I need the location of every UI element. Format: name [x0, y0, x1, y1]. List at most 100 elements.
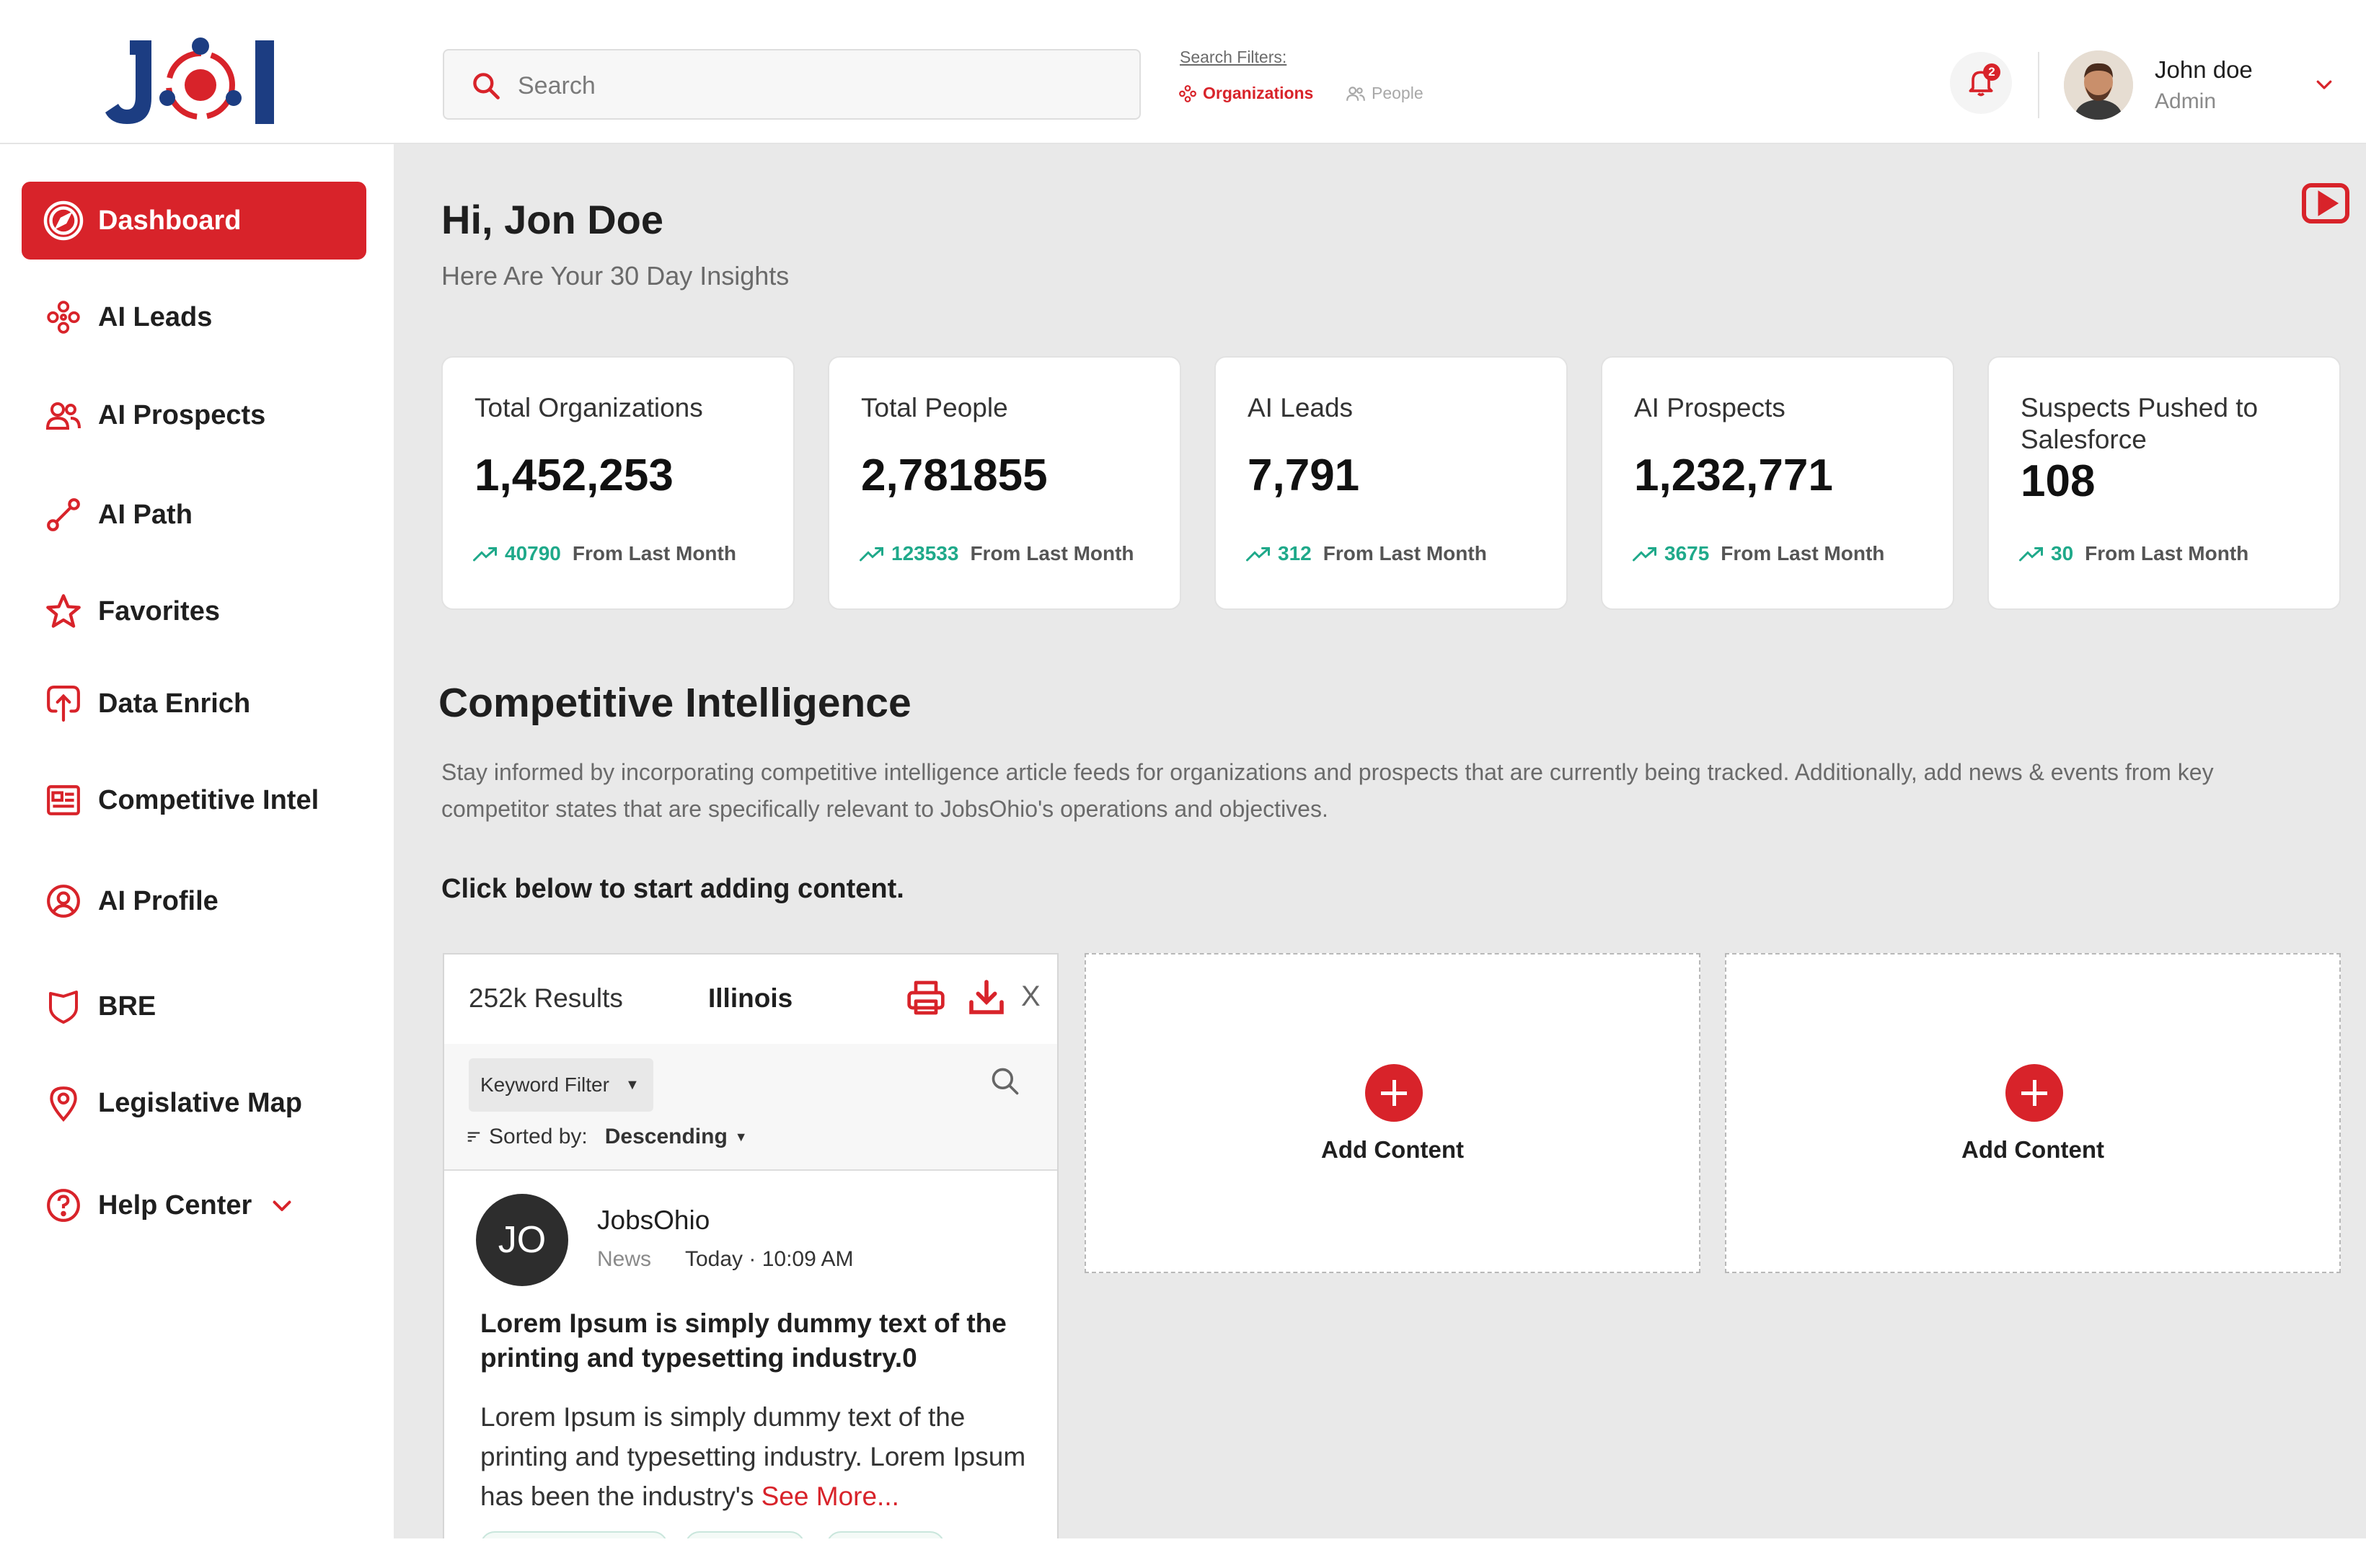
stat-label: Suspects Pushed to Salesforce [2021, 393, 2259, 454]
sidebar-item-ai-prospects[interactable]: AI Prospects [22, 376, 366, 454]
sort-icon [466, 1129, 482, 1145]
sidebar-item-label: AI Path [98, 499, 193, 530]
stat-value: 1,452,253 [474, 451, 674, 500]
chevron-down-icon[interactable] [269, 1192, 295, 1218]
post-timestamp: Today · 10:09 AM [685, 1247, 854, 1271]
post-body-text: Lorem Ipsum is simply dummy text of the … [480, 1402, 1026, 1511]
sorted-by-label: Sorted by: [489, 1125, 588, 1148]
stat-delta-suffix: From Last Month [2085, 542, 2249, 564]
caret-down-icon: ▼ [734, 1129, 748, 1144]
sidebar-item-dashboard[interactable]: Dashboard [22, 182, 366, 260]
filter-people-label: People [1372, 84, 1423, 102]
map-pin-icon [42, 1081, 85, 1125]
stat-delta-suffix: From Last Month [970, 542, 1134, 564]
organizations-icon [1178, 84, 1197, 103]
header-divider [2038, 52, 2039, 118]
play-video-icon[interactable] [2300, 182, 2351, 225]
post-tag[interactable] [480, 1531, 668, 1538]
compass-icon [42, 199, 85, 242]
post-tag[interactable] [826, 1531, 945, 1538]
stat-value: 1,232,771 [1634, 451, 1833, 500]
trend-up-icon [2019, 545, 2045, 562]
keyword-filter-dropdown[interactable]: Keyword Filter ▼ [469, 1058, 653, 1112]
close-feed-button[interactable]: X [1021, 980, 1041, 1013]
filter-people[interactable]: People [1346, 84, 1423, 103]
feed-state: Illinois [708, 983, 793, 1013]
search-icon[interactable] [989, 1066, 1021, 1097]
stat-trend: 312 From Last Month [1246, 542, 1487, 565]
sidebar-item-data-enrich[interactable]: Data Enrich [22, 665, 366, 743]
sidebar-item-bre[interactable]: BRE [22, 967, 366, 1045]
sidebar-item-label: Data Enrich [98, 688, 251, 719]
stat-value: 7,791 [1248, 451, 1360, 500]
add-content-label: Add Content [1961, 1136, 2104, 1163]
post-avatar: JO [476, 1194, 568, 1286]
chevron-down-icon[interactable] [2313, 74, 2335, 95]
sidebar-item-competitive-intel[interactable]: Competitive Intel [22, 761, 366, 839]
filter-organizations[interactable]: Organizations [1178, 84, 1313, 103]
post-title[interactable]: Lorem Ipsum is simply dummy text of the … [480, 1306, 1028, 1376]
sidebar-item-help-center[interactable]: Help Center [22, 1166, 366, 1244]
see-more-link[interactable]: See More... [762, 1481, 899, 1511]
stat-trend: 123533 From Last Month [860, 542, 1134, 565]
profile-icon [42, 880, 85, 923]
sidebar: Dashboard AI Leads AI Prospects AI Path … [0, 144, 394, 1538]
stat-delta-suffix: From Last Month [572, 542, 736, 564]
search-box[interactable] [443, 49, 1141, 120]
stat-delta-suffix: From Last Month [1721, 542, 1885, 564]
section-title: Competitive Intelligence [438, 680, 911, 726]
sidebar-item-ai-leads[interactable]: AI Leads [22, 278, 366, 356]
stat-card-suspects-pushed[interactable]: Suspects Pushed to Salesforce 108 30 Fro… [1987, 356, 2341, 610]
user-avatar[interactable] [2064, 50, 2133, 120]
search-icon [470, 70, 502, 102]
page-title: Hi, Jon Doe [441, 197, 664, 242]
stat-delta: 123533 [891, 542, 959, 564]
trend-up-icon [473, 545, 499, 562]
sidebar-item-label: AI Leads [98, 301, 213, 332]
sidebar-item-label: AI Prospects [98, 399, 266, 430]
stat-label: Total Organizations [474, 393, 703, 422]
sidebar-item-label: Competitive Intel [98, 784, 319, 815]
trend-up-icon [1246, 545, 1272, 562]
add-icon[interactable] [2005, 1064, 2063, 1122]
joi-logo[interactable] [101, 29, 288, 137]
stat-delta-suffix: From Last Month [1323, 542, 1487, 564]
notification-badge: 2 [1983, 63, 2000, 81]
section-cta-text: Click below to start adding content. [441, 874, 904, 904]
sidebar-item-favorites[interactable]: Favorites [22, 572, 366, 650]
notifications-button[interactable]: 2 [1950, 52, 2012, 114]
download-icon[interactable] [966, 976, 1007, 1018]
post-source[interactable]: JobsOhio [597, 1205, 710, 1236]
stat-trend: 30 From Last Month [2019, 542, 2248, 565]
stat-card-total-organizations[interactable]: Total Organizations 1,452,253 40790 From… [441, 356, 795, 610]
users-icon [42, 394, 85, 437]
stat-delta: 40790 [505, 542, 561, 564]
sidebar-item-ai-profile[interactable]: AI Profile [22, 862, 366, 940]
add-icon[interactable] [1365, 1064, 1423, 1122]
people-icon [1346, 84, 1366, 103]
stat-card-ai-prospects[interactable]: AI Prospects 1,232,771 3675 From Last Mo… [1601, 356, 1954, 610]
search-input[interactable] [516, 65, 1111, 107]
sidebar-item-label: Favorites [98, 595, 220, 626]
post-tag[interactable] [685, 1531, 805, 1538]
path-icon [42, 493, 85, 536]
stat-trend: 3675 From Last Month [1633, 542, 1884, 565]
sidebar-item-legislative-map[interactable]: Legislative Map [22, 1064, 366, 1142]
stat-trend: 40790 From Last Month [473, 542, 736, 565]
sidebar-item-label: Help Center [98, 1190, 252, 1221]
post-body: Lorem Ipsum is simply dummy text of the … [480, 1397, 1028, 1516]
sidebar-item-label: BRE [98, 991, 156, 1022]
page-subtitle: Here Are Your 30 Day Insights [441, 261, 790, 291]
post-type: News [597, 1247, 652, 1271]
sort-control[interactable]: Sorted by: Descending ▼ [466, 1125, 748, 1149]
user-name: John doe [2155, 56, 2253, 83]
stat-card-total-people[interactable]: Total People 2,781855 123533 From Last M… [828, 356, 1181, 610]
user-role: Admin [2155, 89, 2217, 113]
add-content-slot[interactable]: Add Content [1725, 953, 2341, 1273]
filter-organizations-label: Organizations [1203, 84, 1314, 102]
add-content-slot[interactable]: Add Content [1085, 953, 1700, 1273]
feed-toolbar: Keyword Filter ▼ Sorted by: Descending ▼ [444, 1044, 1057, 1171]
stat-card-ai-leads[interactable]: AI Leads 7,791 312 From Last Month [1214, 356, 1568, 610]
sidebar-item-ai-path[interactable]: AI Path [22, 476, 366, 554]
print-icon[interactable] [906, 978, 946, 1018]
